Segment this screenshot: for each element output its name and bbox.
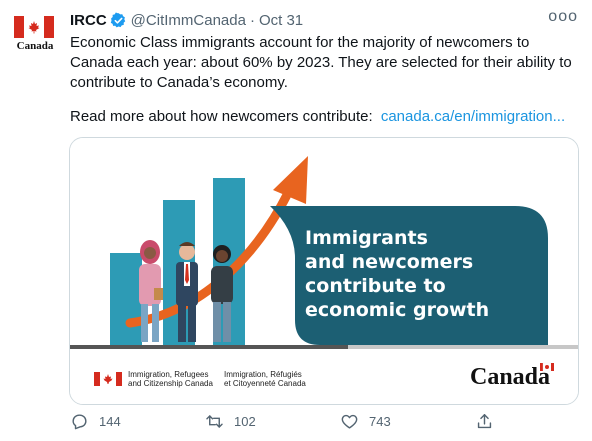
dept-name-fr: Immigration, Réfugiés et Citoyenneté Can… <box>224 370 306 388</box>
reply-icon <box>72 414 87 430</box>
share-icon <box>477 414 492 429</box>
people-illustration <box>139 240 233 342</box>
headline-line-3: contribute to <box>305 275 446 297</box>
reply-button[interactable]: 144 <box>70 412 121 431</box>
separator-dot: · <box>249 11 255 29</box>
dept-fr-line-2: et Citoyenneté Canada <box>224 379 306 388</box>
retweet-button[interactable]: 102 <box>205 412 256 431</box>
maple-leaf-icon <box>28 21 40 34</box>
read-more-text: Read more about how newcomers contribute… <box>70 108 373 125</box>
avatar-wordmark: Canada <box>16 40 54 52</box>
headline-line-4: economic growth <box>305 299 490 321</box>
read-more-line: Read more about how newcomers contribute… <box>70 107 585 127</box>
like-count: 743 <box>369 414 391 429</box>
tweet-body: Economic Class immigrants account for th… <box>70 33 580 93</box>
dept-name-en: Immigration, Refugees and Citizenship Ca… <box>128 370 213 388</box>
avatar[interactable]: Canada <box>12 12 58 58</box>
author-handle[interactable]: @CitImmCanada <box>131 12 246 29</box>
author-name[interactable]: IRCC <box>70 12 107 29</box>
retweet-icon <box>206 415 223 428</box>
heart-icon <box>341 414 358 429</box>
card-headline: Immigrants and newcomers contribute to e… <box>305 226 545 322</box>
ircc-flag-icon <box>94 372 122 386</box>
headline-line-2: and newcomers <box>305 251 474 273</box>
share-button[interactable] <box>475 412 504 431</box>
reply-count: 144 <box>99 414 121 429</box>
canada-flag-icon <box>14 16 54 38</box>
retweet-count: 102 <box>234 414 256 429</box>
dept-en-line-2: and Citizenship Canada <box>128 379 213 388</box>
more-options-icon[interactable]: ooo <box>548 9 578 25</box>
dept-en-line-1: Immigration, Refugees <box>128 370 209 379</box>
article-link[interactable]: canada.ca/en/immigration... <box>381 108 565 125</box>
media-card[interactable]: Immigrants and newcomers contribute to e… <box>69 137 579 405</box>
bar-graphic <box>110 253 142 348</box>
canada-wordmark: Canada <box>470 364 551 390</box>
headline-line-1: Immigrants <box>305 227 428 249</box>
tweet-body-text: Economic Class immigrants account for th… <box>70 34 572 91</box>
tweet-header: IRCC @CitImmCanada · Oct 31 <box>70 10 303 30</box>
like-button[interactable]: 743 <box>340 412 391 431</box>
verified-badge-icon <box>110 11 125 27</box>
tweet-actions: 144 102 743 <box>70 412 500 434</box>
tweet-date[interactable]: Oct 31 <box>259 12 303 29</box>
dept-fr-line-1: Immigration, Réfugiés <box>224 370 302 379</box>
